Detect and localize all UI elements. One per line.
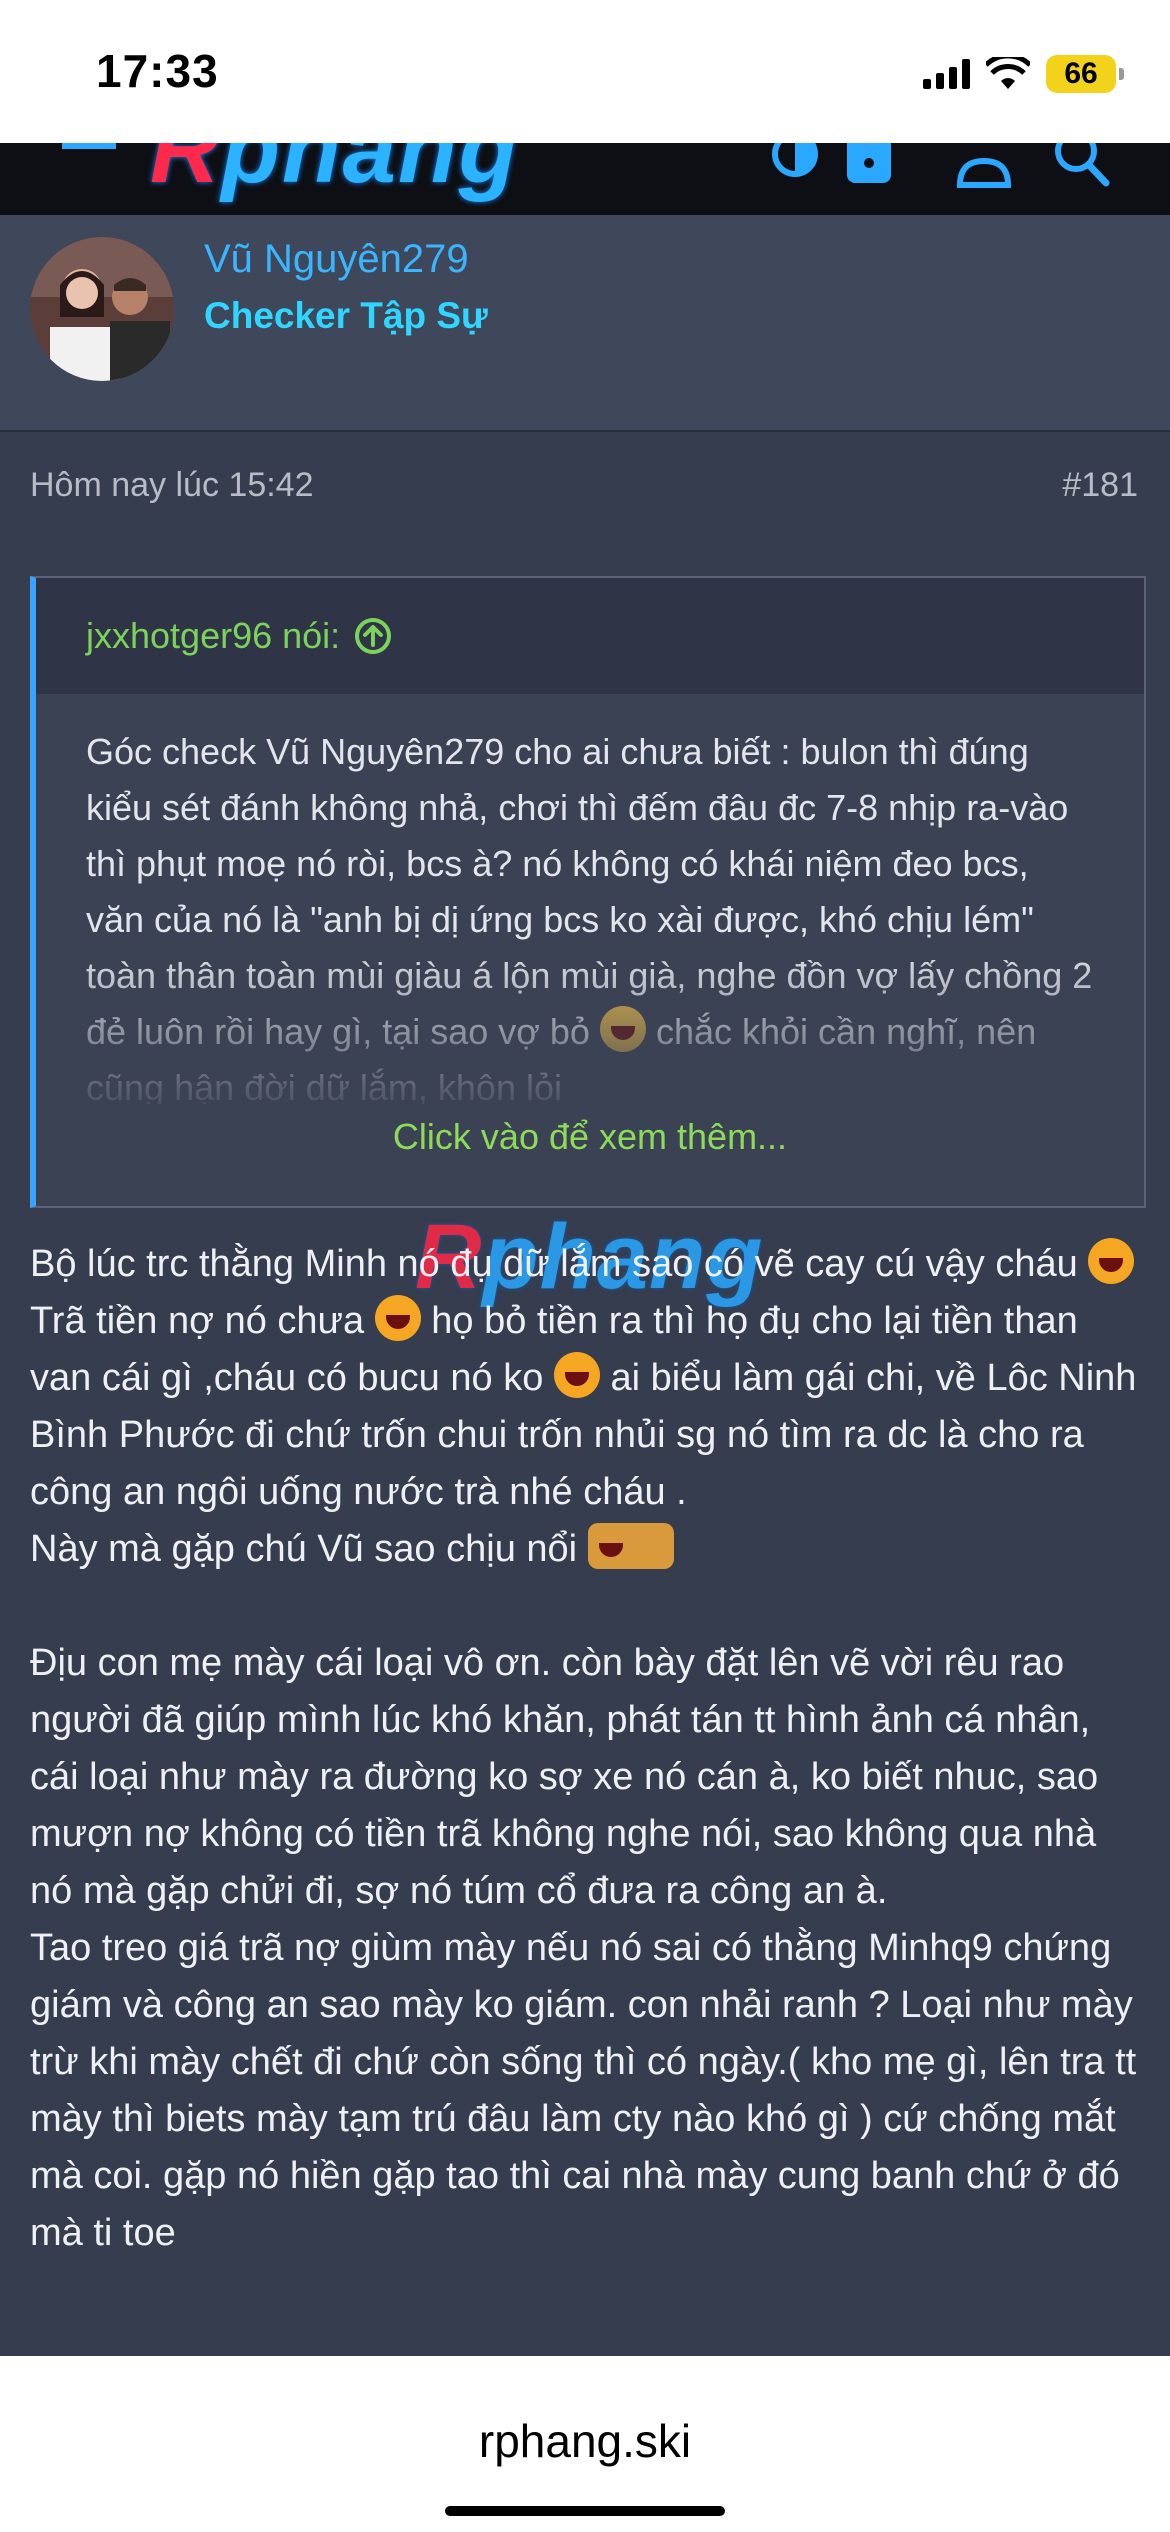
status-icons: 66 (923, 50, 1124, 98)
post-paragraph-3: Địu con mẹ mày cái loại vô ơn. còn bày đ… (30, 1642, 1099, 1912)
quote-header[interactable]: jxxhotger96 nói: (36, 578, 1144, 694)
post-number[interactable]: #181 (1062, 466, 1138, 505)
status-bar: 17:33 66 (0, 0, 1170, 143)
post-text: Này mà gặp chú Vũ sao chịu nổi (30, 1528, 578, 1570)
expand-quote-link[interactable]: Click vào để xem thêm... (36, 1116, 1144, 1158)
laughing-emoji-icon (599, 1006, 646, 1052)
quote-text-faded: chắc khỏi cần nghĩ, nên cũng hận đời dữ … (86, 1011, 1037, 1104)
post-text: Trã tiền nợ nó chưa (30, 1300, 365, 1342)
post-text: Bộ lúc trc thằng Minh nó đụ dữ lắm sao c… (30, 1243, 1078, 1285)
theme-toggle-icon[interactable] (770, 143, 820, 189)
avatar[interactable] (30, 237, 174, 381)
post-timestamp[interactable]: Hôm nay lúc 15:42 (30, 466, 314, 505)
menu-icon[interactable] (62, 143, 116, 165)
wifi-icon (986, 57, 1030, 89)
post-paragraph-2: Này mà gặp chú Vũ sao chịu nổi (30, 1521, 1145, 1578)
search-icon[interactable] (1052, 143, 1112, 189)
home-indicator (445, 2506, 725, 2516)
quote-text-main: Góc check Vũ Nguyên279 cho ai chưa biết … (86, 731, 1093, 1052)
battery-icon: 66 (1046, 55, 1124, 93)
browser-address-bar[interactable]: rphang.ski (0, 2356, 1170, 2532)
user-title: Checker Tập Sự (204, 295, 488, 336)
user-icon[interactable] (956, 143, 1012, 189)
username[interactable]: Vũ Nguyên279 (204, 237, 469, 282)
url-text[interactable]: rphang.ski (0, 2414, 1170, 2468)
site-header: Rphang (0, 143, 1170, 215)
arrow-up-circle-icon[interactable] (354, 617, 392, 655)
angry-emoji-icon (374, 1295, 421, 1341)
site-logo[interactable]: Rphang (150, 143, 519, 205)
post-author-header: Vũ Nguyên279 Checker Tập Sự (0, 215, 1170, 432)
angry-emoji-icon (1088, 1238, 1135, 1284)
status-time: 17:33 (96, 45, 219, 97)
quote-block: jxxhotger96 nói: Góc check Vũ Nguyên279 … (30, 576, 1146, 1208)
sticker-emoji-icon (587, 1523, 674, 1569)
quote-author[interactable]: jxxhotger96 nói: (86, 615, 340, 657)
post-paragraph-4: Tao treo giá trã nợ giùm mày nếu nó sai … (30, 1927, 1137, 2254)
cellular-signal-icon (923, 59, 970, 89)
post-body: Bộ lúc trc thằng Minh nó đụ dữ lắm sao c… (30, 1236, 1145, 2262)
notification-icon[interactable] (844, 143, 894, 189)
post-paragraph-1: Bộ lúc trc thằng Minh nó đụ dữ lắm sao c… (30, 1236, 1145, 1521)
angry-emoji-icon (553, 1352, 600, 1398)
quote-text: Góc check Vũ Nguyên279 cho ai chưa biết … (36, 694, 1144, 1104)
